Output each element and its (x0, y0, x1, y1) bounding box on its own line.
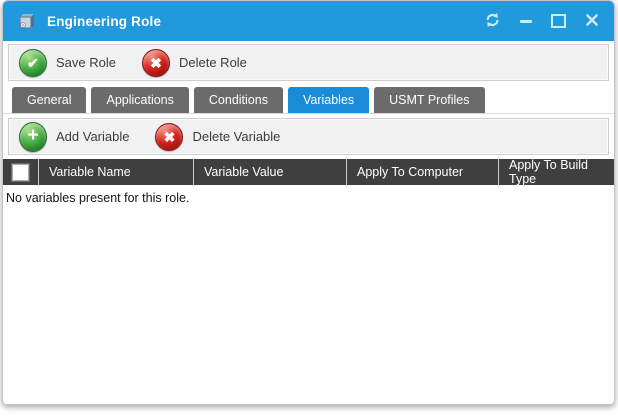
variables-table-body: No variables present for this role. (3, 185, 614, 404)
window-controls (476, 1, 614, 41)
window-title: Engineering Role (47, 14, 161, 29)
column-header-apply-to-build-type[interactable]: Apply To Build Type (499, 159, 614, 185)
refresh-button[interactable] (476, 1, 509, 41)
save-role-label: Save Role (56, 55, 116, 70)
close-button[interactable] (575, 1, 608, 41)
variables-table-header: Variable Name Variable Value Apply To Co… (3, 159, 614, 185)
delete-variable-button[interactable]: ✖ Delete Variable (155, 123, 280, 151)
tab-panel-divider (3, 113, 614, 114)
delete-variable-x-icon: ✖ (155, 123, 183, 151)
tab-conditions[interactable]: Conditions (194, 87, 283, 113)
minimize-button[interactable] (509, 1, 542, 41)
column-header-apply-to-computer[interactable]: Apply To Computer (347, 159, 499, 185)
add-variable-label: Add Variable (56, 129, 129, 144)
maximize-icon (551, 14, 566, 28)
tab-usmt-profiles[interactable]: USMT Profiles (374, 87, 484, 113)
add-plus-icon: + (19, 122, 47, 152)
column-header-variable-name[interactable]: Variable Name (39, 159, 194, 185)
app-icon (16, 11, 38, 31)
tab-general[interactable]: General (12, 87, 86, 113)
maximize-button[interactable] (542, 1, 575, 41)
delete-role-button[interactable]: ✖ Delete Role (142, 49, 247, 77)
minimize-icon (520, 20, 532, 23)
header-checkbox-cell (3, 159, 39, 185)
role-toolbar: ✔ Save Role ✖ Delete Role (8, 44, 609, 81)
empty-state-message: No variables present for this role. (3, 185, 614, 205)
save-check-icon: ✔ (19, 49, 47, 77)
select-all-checkbox[interactable] (12, 164, 29, 181)
tabstrip: General Applications Conditions Variable… (8, 86, 609, 113)
tab-variables[interactable]: Variables (288, 87, 369, 113)
refresh-icon (484, 12, 501, 31)
save-role-button[interactable]: ✔ Save Role (19, 49, 116, 77)
titlebar[interactable]: Engineering Role (3, 1, 614, 41)
column-header-variable-value[interactable]: Variable Value (194, 159, 347, 185)
variables-toolbar: + Add Variable ✖ Delete Variable (8, 118, 609, 155)
delete-variable-label: Delete Variable (192, 129, 280, 144)
add-variable-button[interactable]: + Add Variable (19, 122, 129, 152)
delete-role-label: Delete Role (179, 55, 247, 70)
engineering-role-window: Engineering Role (2, 0, 615, 405)
delete-x-icon: ✖ (142, 49, 170, 77)
tab-applications[interactable]: Applications (91, 87, 188, 113)
close-icon (586, 14, 598, 29)
